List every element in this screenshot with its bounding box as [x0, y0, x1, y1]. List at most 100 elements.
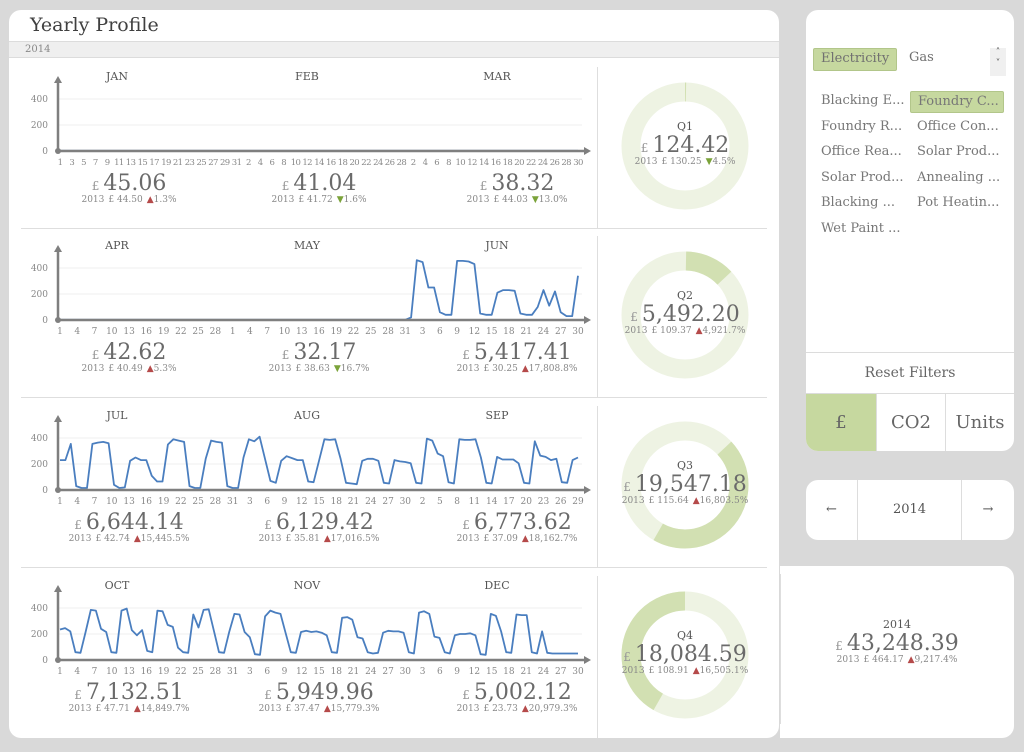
- year-total-kpi: 2014 £43,248.39 2013 £ 464.17 ▲9,217.4%: [807, 618, 987, 665]
- currency-symbol: £: [462, 348, 470, 362]
- x-tick-label: 24: [538, 327, 550, 337]
- quarter-kpi: Q2 £5,492.20 2013 £ 109.37 ▲4,921.7%: [595, 289, 775, 336]
- compare-year: 2013: [624, 326, 648, 336]
- x-tick-label: 6: [269, 158, 274, 168]
- year-total-label: 2014: [883, 618, 911, 631]
- quarter-label: Q2: [676, 289, 694, 302]
- filter-item[interactable]: Solar Prod...: [814, 168, 908, 190]
- filter-item[interactable]: Blacking E...: [814, 91, 908, 113]
- x-tick-label: 19: [158, 497, 170, 507]
- currency-symbol: £: [462, 688, 470, 702]
- x-tick-label: 10: [279, 327, 291, 337]
- quarter-kpi: Q3 £19,547.18 2013 £ 115.64 ▲16,803.5%: [595, 459, 775, 506]
- filter-item[interactable]: Wet Paint ...: [814, 219, 908, 241]
- x-tick-label: 15: [486, 667, 498, 677]
- x-tick-label: 27: [555, 327, 567, 337]
- previous-total: £ 23.73: [483, 704, 518, 714]
- chevron-down-icon[interactable]: ˅: [990, 59, 1006, 70]
- month-kpi: £32.17 2013 £ 38.63 ▼16.7%: [229, 340, 409, 374]
- x-tick-label: 9: [282, 667, 288, 677]
- x-tick-label: 31: [232, 158, 242, 168]
- year-header-label: 2014: [25, 44, 51, 55]
- previous-total: £ 108.91: [648, 666, 689, 676]
- unit-units-button[interactable]: Units: [945, 394, 1014, 451]
- x-axis-arrow-icon: [584, 656, 591, 664]
- x-tick-label: 30: [400, 667, 412, 677]
- x-tick-label: 4: [74, 327, 80, 337]
- chevron-up-icon[interactable]: ˄: [990, 48, 1006, 59]
- x-tick-label: 23: [185, 158, 195, 168]
- filter-item[interactable]: Foundry C...: [910, 91, 1004, 113]
- quarter-kpi: Q4 £18,084.59 2013 £ 108.91 ▲16,505.1%: [595, 629, 775, 676]
- reset-filters-button[interactable]: Reset Filters: [806, 352, 1014, 394]
- quarter-row-q4: OCT £7,132.51 2013 £ 47.71 ▲14,849.7% NOV £5,9…: [9, 568, 779, 738]
- x-tick-label: 16: [491, 158, 501, 168]
- filter-item[interactable]: Blacking ...: [814, 193, 908, 215]
- tab-electricity[interactable]: Electricity: [813, 48, 898, 71]
- tab-scroll-control[interactable]: ˄ ˅: [990, 48, 1006, 76]
- filter-item[interactable]: Office Con...: [910, 117, 1004, 139]
- trend-up-icon: ▲: [146, 364, 154, 374]
- currency-symbol: £: [91, 348, 100, 362]
- tab-gas[interactable]: Gas: [902, 48, 941, 71]
- yearly-profile-panel: Yearly Profile 2014 JAN £45.06 2013 £ 44.50…: [9, 10, 779, 738]
- next-year-arrow-icon[interactable]: →: [961, 480, 1014, 540]
- y-axis-arrow-icon: [54, 415, 62, 422]
- x-tick-label: 14: [314, 158, 324, 168]
- y-tick-label: 400: [31, 604, 48, 614]
- previous-total: £ 42.74: [95, 534, 130, 544]
- x-tick-label: 27: [208, 158, 218, 168]
- previous-total: £ 115.64: [648, 496, 689, 506]
- x-tick-label: 27: [382, 497, 394, 507]
- filter-item[interactable]: Annealing ...: [910, 168, 1004, 190]
- currency-symbol: £: [640, 141, 649, 155]
- daily-line-chart: 02004001 4 7 10 13 16 19 22 25 28 31 3 6 9 12 15 18 21 24 2…: [31, 415, 591, 507]
- filter-item[interactable]: Pot Heatin...: [910, 193, 1004, 215]
- x-tick-label: 15: [313, 497, 325, 507]
- unit-pound-button[interactable]: £: [806, 394, 876, 451]
- x-tick-label: 13: [126, 158, 136, 168]
- x-tick-label: 15: [486, 327, 498, 337]
- x-tick-label: 4: [247, 327, 253, 337]
- x-tick-label: 3: [420, 667, 426, 677]
- unit-co2-button[interactable]: CO2: [876, 394, 945, 451]
- quarter-kpi: Q1 £124.42 2013 £ 130.25 ▼4.5%: [595, 120, 775, 167]
- prev-year-arrow-icon[interactable]: ←: [806, 480, 858, 540]
- change-percent: 16.7%: [340, 364, 370, 374]
- filter-item[interactable]: Foundry R...: [814, 117, 908, 139]
- x-tick-label: 18: [338, 158, 348, 168]
- x-tick-label: 27: [555, 667, 567, 677]
- x-tick-label: 25: [192, 327, 204, 337]
- x-tick-label: 22: [175, 327, 186, 337]
- x-tick-label: 29: [572, 497, 584, 507]
- change-percent: 1.6%: [343, 195, 367, 205]
- x-tick-label: 7: [92, 327, 98, 337]
- month-kpi: £5,002.12 2013 £ 23.73 ▲20,979.3%: [427, 680, 607, 714]
- x-tick-label: 28: [561, 158, 571, 168]
- filter-item[interactable]: Office Rea...: [814, 142, 908, 164]
- change-percent: 15,779.3%: [330, 704, 380, 714]
- y-tick-label: 200: [31, 630, 48, 640]
- axis-origin: [55, 487, 61, 493]
- x-tick-label: 19: [158, 667, 170, 677]
- axis-origin: [55, 317, 61, 323]
- x-tick-label: 3: [69, 158, 74, 168]
- currency-symbol: £: [74, 688, 82, 702]
- x-tick-label: 6: [264, 667, 270, 677]
- x-tick-label: 16: [313, 327, 325, 337]
- change-percent: 18,162.7%: [528, 534, 578, 544]
- x-tick-label: 18: [503, 327, 515, 337]
- month-kpi: £5,949.96 2013 £ 37.47 ▲15,779.3%: [229, 680, 409, 714]
- x-tick-label: 12: [302, 158, 312, 168]
- daily-line-chart: 02004001 3 5 7 9 11 13 15 17 19 21 23 25 27 29 31 2 4 6 8 10…: [31, 76, 591, 168]
- x-tick-label: 18: [503, 667, 515, 677]
- quarter-label: Q1: [676, 120, 694, 133]
- currency-symbol: £: [281, 179, 290, 193]
- month-total: 6,129.42: [275, 510, 374, 535]
- filter-item[interactable]: Solar Prod...: [910, 142, 1004, 164]
- x-tick-label: 15: [313, 667, 325, 677]
- trend-up-icon: ▲: [133, 534, 141, 544]
- quarter-row-q3: JUL £6,644.14 2013 £ 42.74 ▲15,445.5% AUG £6,1…: [9, 398, 779, 568]
- year-navigator: ← 2014 →: [806, 480, 1014, 540]
- x-tick-label: 22: [361, 158, 371, 168]
